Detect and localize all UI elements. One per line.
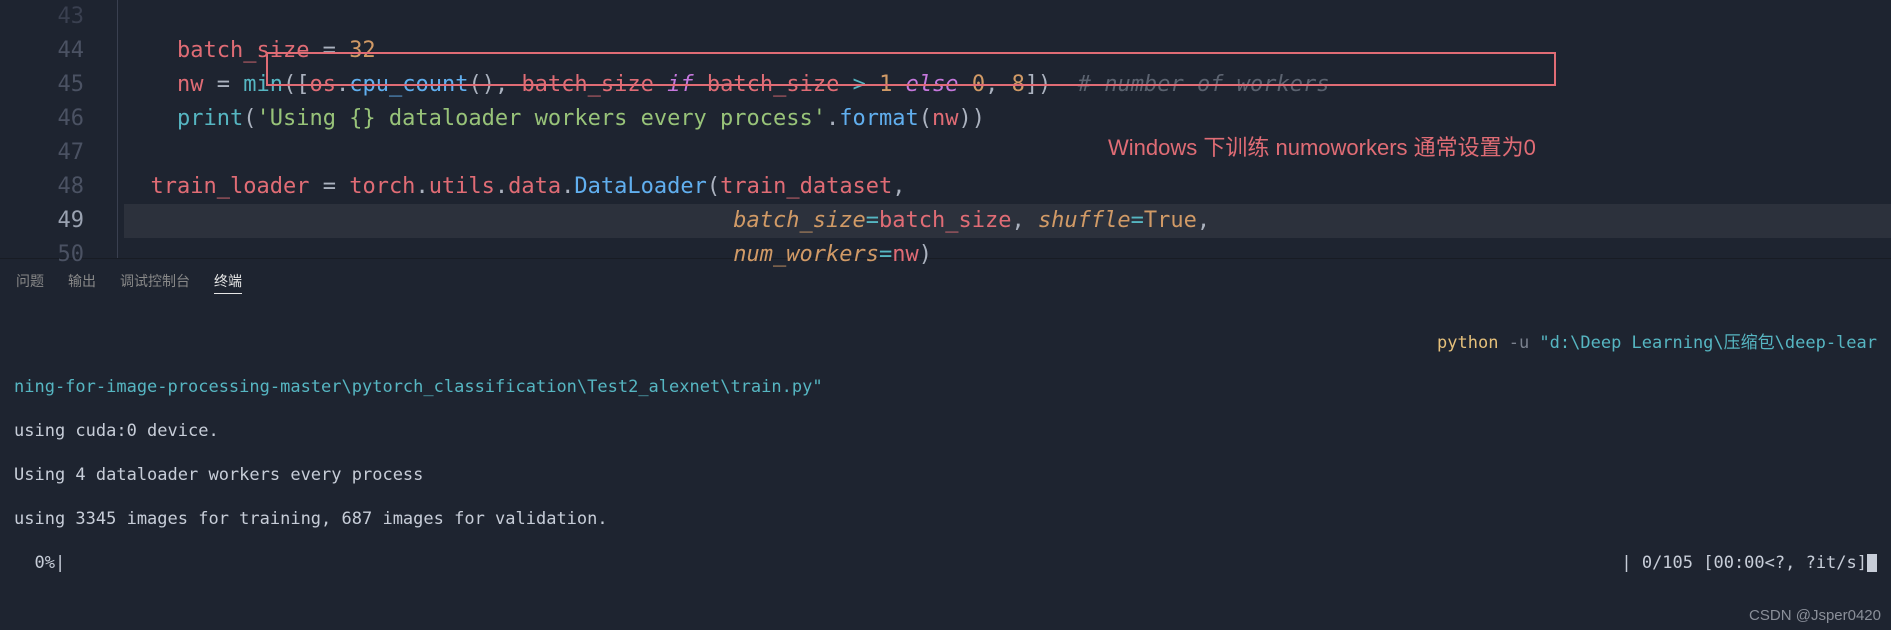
code-line[interactable]: batch_size=batch_size, shuffle=True, [124, 204, 1891, 238]
code-line[interactable]: batch_size = 32 [124, 34, 1891, 68]
line-number: 46 [0, 102, 84, 136]
code-line[interactable]: print('Using {} dataloader workers every… [124, 102, 1891, 136]
terminal-line: Using 4 dataloader workers every process [14, 464, 1877, 486]
terminal-command-line: python -u "d:\Deep Learning\压缩包\deep-lea… [14, 332, 1877, 354]
terminal-cursor [1867, 554, 1877, 572]
code-line[interactable]: num_workers=nw) [124, 238, 1891, 272]
annotation-text: Windows 下训练 numoworkers 通常设置为0 [1108, 130, 1536, 162]
terminal-output[interactable]: python -u "d:\Deep Learning\压缩包\deep-lea… [0, 306, 1891, 622]
tab-problems[interactable]: 问题 [16, 271, 44, 294]
line-number: 47 [0, 136, 84, 170]
bottom-panel: 问题 输出 调试控制台 终端 python -u "d:\Deep Learni… [0, 258, 1891, 622]
code-editor[interactable]: 43 44 45 46 47 48 49 50 Windows 下训练 numo… [0, 0, 1891, 258]
line-number: 49 [0, 204, 84, 238]
code-line[interactable]: train_loader = torch.utils.data.DataLoad… [124, 170, 1891, 204]
code-line[interactable]: nw = min([os.cpu_count(), batch_size if … [124, 68, 1891, 102]
terminal-line: ning-for-image-processing-master\pytorch… [14, 376, 1877, 398]
tab-output[interactable]: 输出 [68, 271, 96, 294]
code-line[interactable] [124, 0, 1891, 34]
line-number-gutter: 43 44 45 46 47 48 49 50 [0, 0, 98, 258]
terminal-line: using 3345 images for training, 687 imag… [14, 508, 1877, 530]
terminal-line: using cuda:0 device. [14, 420, 1877, 442]
code-content[interactable]: Windows 下训练 numoworkers 通常设置为0 batch_siz… [118, 0, 1891, 258]
line-number: 44 [0, 34, 84, 68]
fold-gutter [98, 0, 118, 258]
code-line[interactable] [124, 136, 1891, 170]
line-number: 45 [0, 68, 84, 102]
tab-debug[interactable]: 调试控制台 [120, 271, 190, 294]
line-number: 43 [0, 0, 84, 34]
line-number: 50 [0, 238, 84, 272]
line-number: 48 [0, 170, 84, 204]
watermark: CSDN @Jsper0420 [1749, 607, 1881, 624]
terminal-progress-line: 0%|| 0/105 [00:00<?, ?it/s] [14, 552, 1877, 574]
tab-terminal[interactable]: 终端 [214, 271, 242, 294]
